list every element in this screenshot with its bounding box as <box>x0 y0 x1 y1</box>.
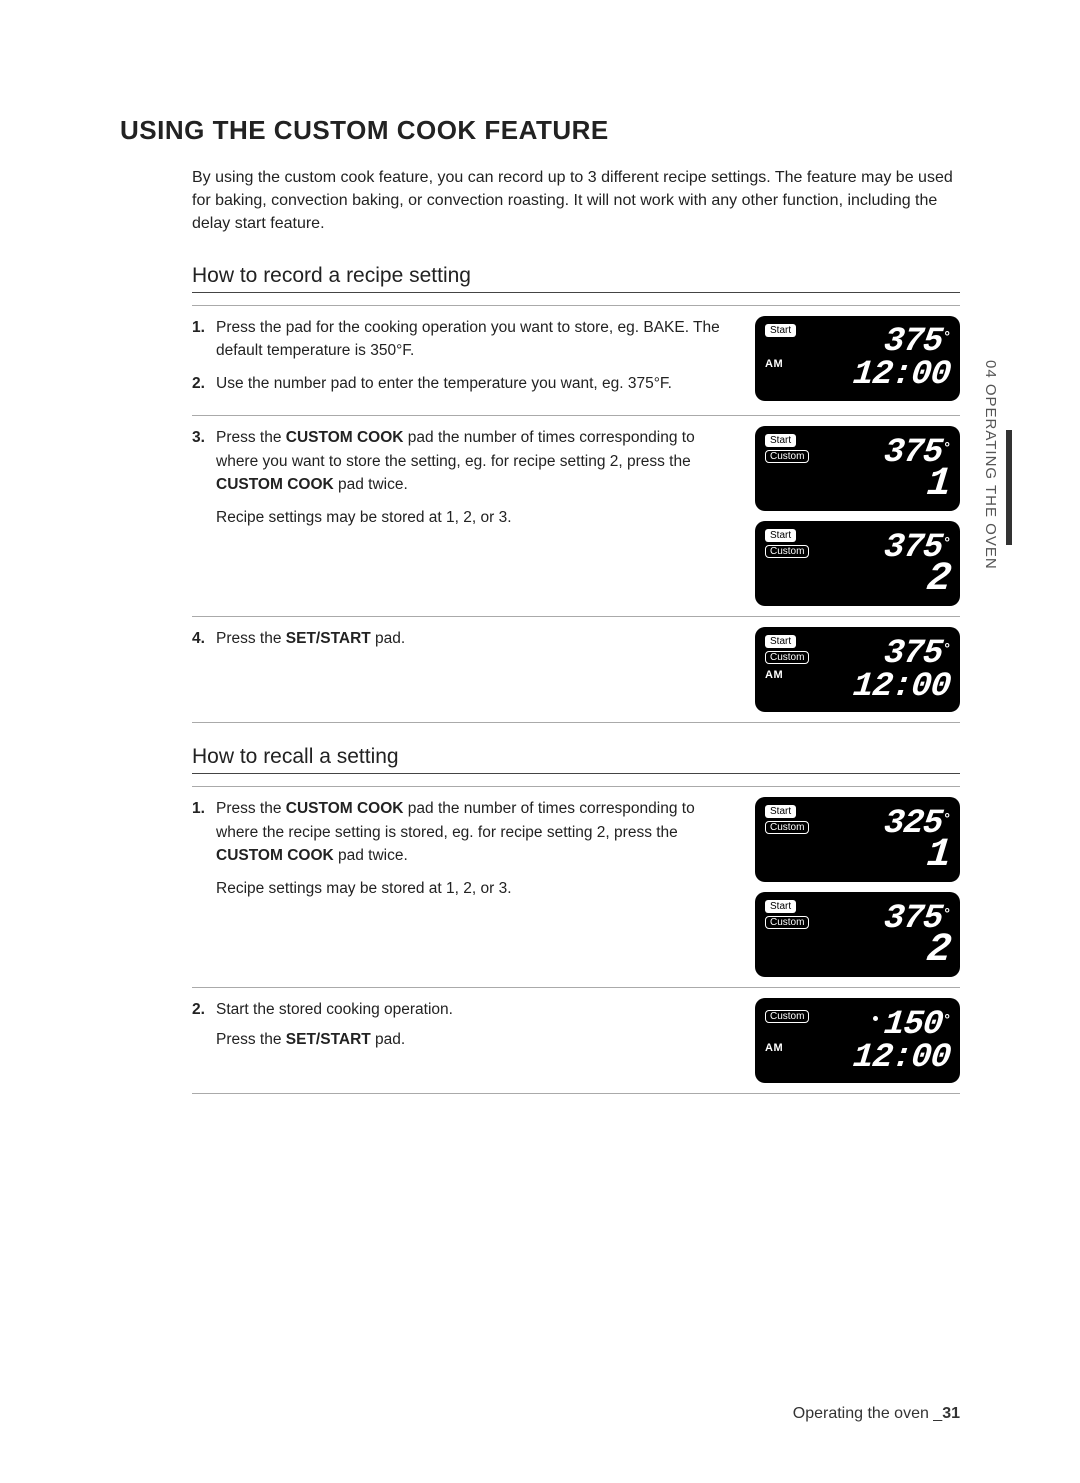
oven-on-indicator-dot <box>873 1016 878 1021</box>
record-step-3-note: Recipe settings may be stored at 1, 2, o… <box>216 506 735 529</box>
footer-label: Operating the oven _ <box>793 1405 942 1422</box>
custom-indicator: Custom <box>765 545 809 558</box>
custom-indicator: Custom <box>765 916 809 929</box>
text: pad twice. <box>334 476 408 493</box>
record-block-3: 4 Press the SET/START pad. Start Custom … <box>192 617 960 723</box>
degree-symbol: ° <box>944 906 950 920</box>
display-slot-number: 2 <box>925 563 952 597</box>
oven-display: Custom AM 150 ° 12:00 <box>755 998 960 1083</box>
step-number: 1 <box>192 797 216 867</box>
custom-indicator: Custom <box>765 651 809 664</box>
oven-display: Start Custom 375 ° 2 <box>755 521 960 606</box>
display-clock: 12:00 <box>851 672 951 703</box>
oven-display: Start Custom 375 ° 1 <box>755 426 960 511</box>
oven-display: Start AM 375 ° 12:00 <box>755 316 960 401</box>
bold-text: CUSTOM COOK <box>286 429 404 446</box>
intro-paragraph: By using the custom cook feature, you ca… <box>192 166 960 236</box>
oven-display: Start Custom AM 375 ° 12:00 <box>755 627 960 712</box>
sidebar-label: 04 OPERATING THE OVEN <box>982 360 999 570</box>
recall-block-2: 2 Start the stored cooking operation. Pr… <box>192 988 960 1094</box>
display-slot-number: 1 <box>925 468 952 502</box>
sidebar-indicator-bar <box>1006 430 1012 545</box>
am-indicator: AM <box>765 669 783 681</box>
start-indicator: Start <box>765 324 796 337</box>
step-number: 3 <box>192 426 216 496</box>
start-indicator: Start <box>765 529 796 542</box>
oven-display: Start Custom 375 ° 2 <box>755 892 960 977</box>
oven-display: Start Custom 325 ° 1 <box>755 797 960 882</box>
record-step-3: 3 Press the CUSTOM COOK pad the number o… <box>192 426 735 496</box>
record-step-4: 4 Press the SET/START pad. <box>192 627 735 650</box>
start-indicator: Start <box>765 434 796 447</box>
display-clock: 12:00 <box>851 1043 951 1074</box>
custom-indicator: Custom <box>765 821 809 834</box>
step-body: Press the pad for the cooking operation … <box>216 316 735 363</box>
page-number: 31 <box>942 1405 960 1422</box>
text: Press the <box>216 630 286 647</box>
step-body: Start the stored cooking operation. Pres… <box>216 998 735 1051</box>
recall-step-1: 1 Press the CUSTOM COOK pad the number o… <box>192 797 735 867</box>
text: pad. <box>371 1031 405 1048</box>
record-block-2: 3 Press the CUSTOM COOK pad the number o… <box>192 416 960 617</box>
sidebar-section-tab: 04 OPERATING THE OVEN <box>982 360 1000 620</box>
subheading-record: How to record a recipe setting <box>192 264 960 293</box>
step-body: Use the number pad to enter the temperat… <box>216 372 735 395</box>
step-body: Press the SET/START pad. <box>216 627 735 650</box>
recall-step-1-note: Recipe settings may be stored at 1, 2, o… <box>216 877 735 900</box>
page-title: USING THE CUSTOM COOK FEATURE <box>120 115 960 146</box>
text: pad. <box>371 630 405 647</box>
record-block-1: 1 Press the pad for the cooking operatio… <box>192 305 960 417</box>
degree-symbol: ° <box>944 440 950 454</box>
custom-indicator: Custom <box>765 450 809 463</box>
step-body: Press the CUSTOM COOK pad the number of … <box>216 797 735 867</box>
step-number: 1 <box>192 316 216 363</box>
degree-symbol: ° <box>944 811 950 825</box>
page-footer: Operating the oven _31 <box>793 1405 960 1423</box>
display-temperature: 375 <box>883 639 944 670</box>
display-temperature: 375 <box>883 327 944 358</box>
bold-text: CUSTOM COOK <box>286 800 404 817</box>
start-indicator: Start <box>765 635 796 648</box>
record-step-2: 2 Use the number pad to enter the temper… <box>192 372 735 395</box>
record-step-1: 1 Press the pad for the cooking operatio… <box>192 316 735 363</box>
subheading-recall: How to recall a setting <box>192 745 960 774</box>
display-temperature: 150 <box>883 1010 944 1041</box>
text: Start the stored cooking operation. <box>216 998 735 1021</box>
recall-step-2: 2 Start the stored cooking operation. Pr… <box>192 998 735 1051</box>
text: Press the <box>216 1031 286 1048</box>
bold-text: SET/START <box>286 630 371 647</box>
bold-text: CUSTOM COOK <box>216 476 334 493</box>
step-number: 4 <box>192 627 216 650</box>
display-slot-number: 2 <box>925 934 952 968</box>
start-indicator: Start <box>765 805 796 818</box>
recall-block-1: 1 Press the CUSTOM COOK pad the number o… <box>192 786 960 988</box>
am-indicator: AM <box>765 358 783 370</box>
degree-symbol: ° <box>944 535 950 549</box>
display-slot-number: 1 <box>925 839 952 873</box>
step-number: 2 <box>192 998 216 1051</box>
bold-text: CUSTOM COOK <box>216 847 334 864</box>
text: Press the <box>216 800 286 817</box>
degree-symbol: ° <box>944 329 950 343</box>
start-indicator: Start <box>765 900 796 913</box>
text: Press the <box>216 429 286 446</box>
custom-indicator: Custom <box>765 1010 809 1023</box>
bold-text: SET/START <box>286 1031 371 1048</box>
degree-symbol: ° <box>944 1012 950 1026</box>
step-body: Press the CUSTOM COOK pad the number of … <box>216 426 735 496</box>
step-number: 2 <box>192 372 216 395</box>
degree-symbol: ° <box>944 641 950 655</box>
am-indicator: AM <box>765 1042 783 1054</box>
text: pad twice. <box>334 847 408 864</box>
display-clock: 12:00 <box>851 360 951 391</box>
